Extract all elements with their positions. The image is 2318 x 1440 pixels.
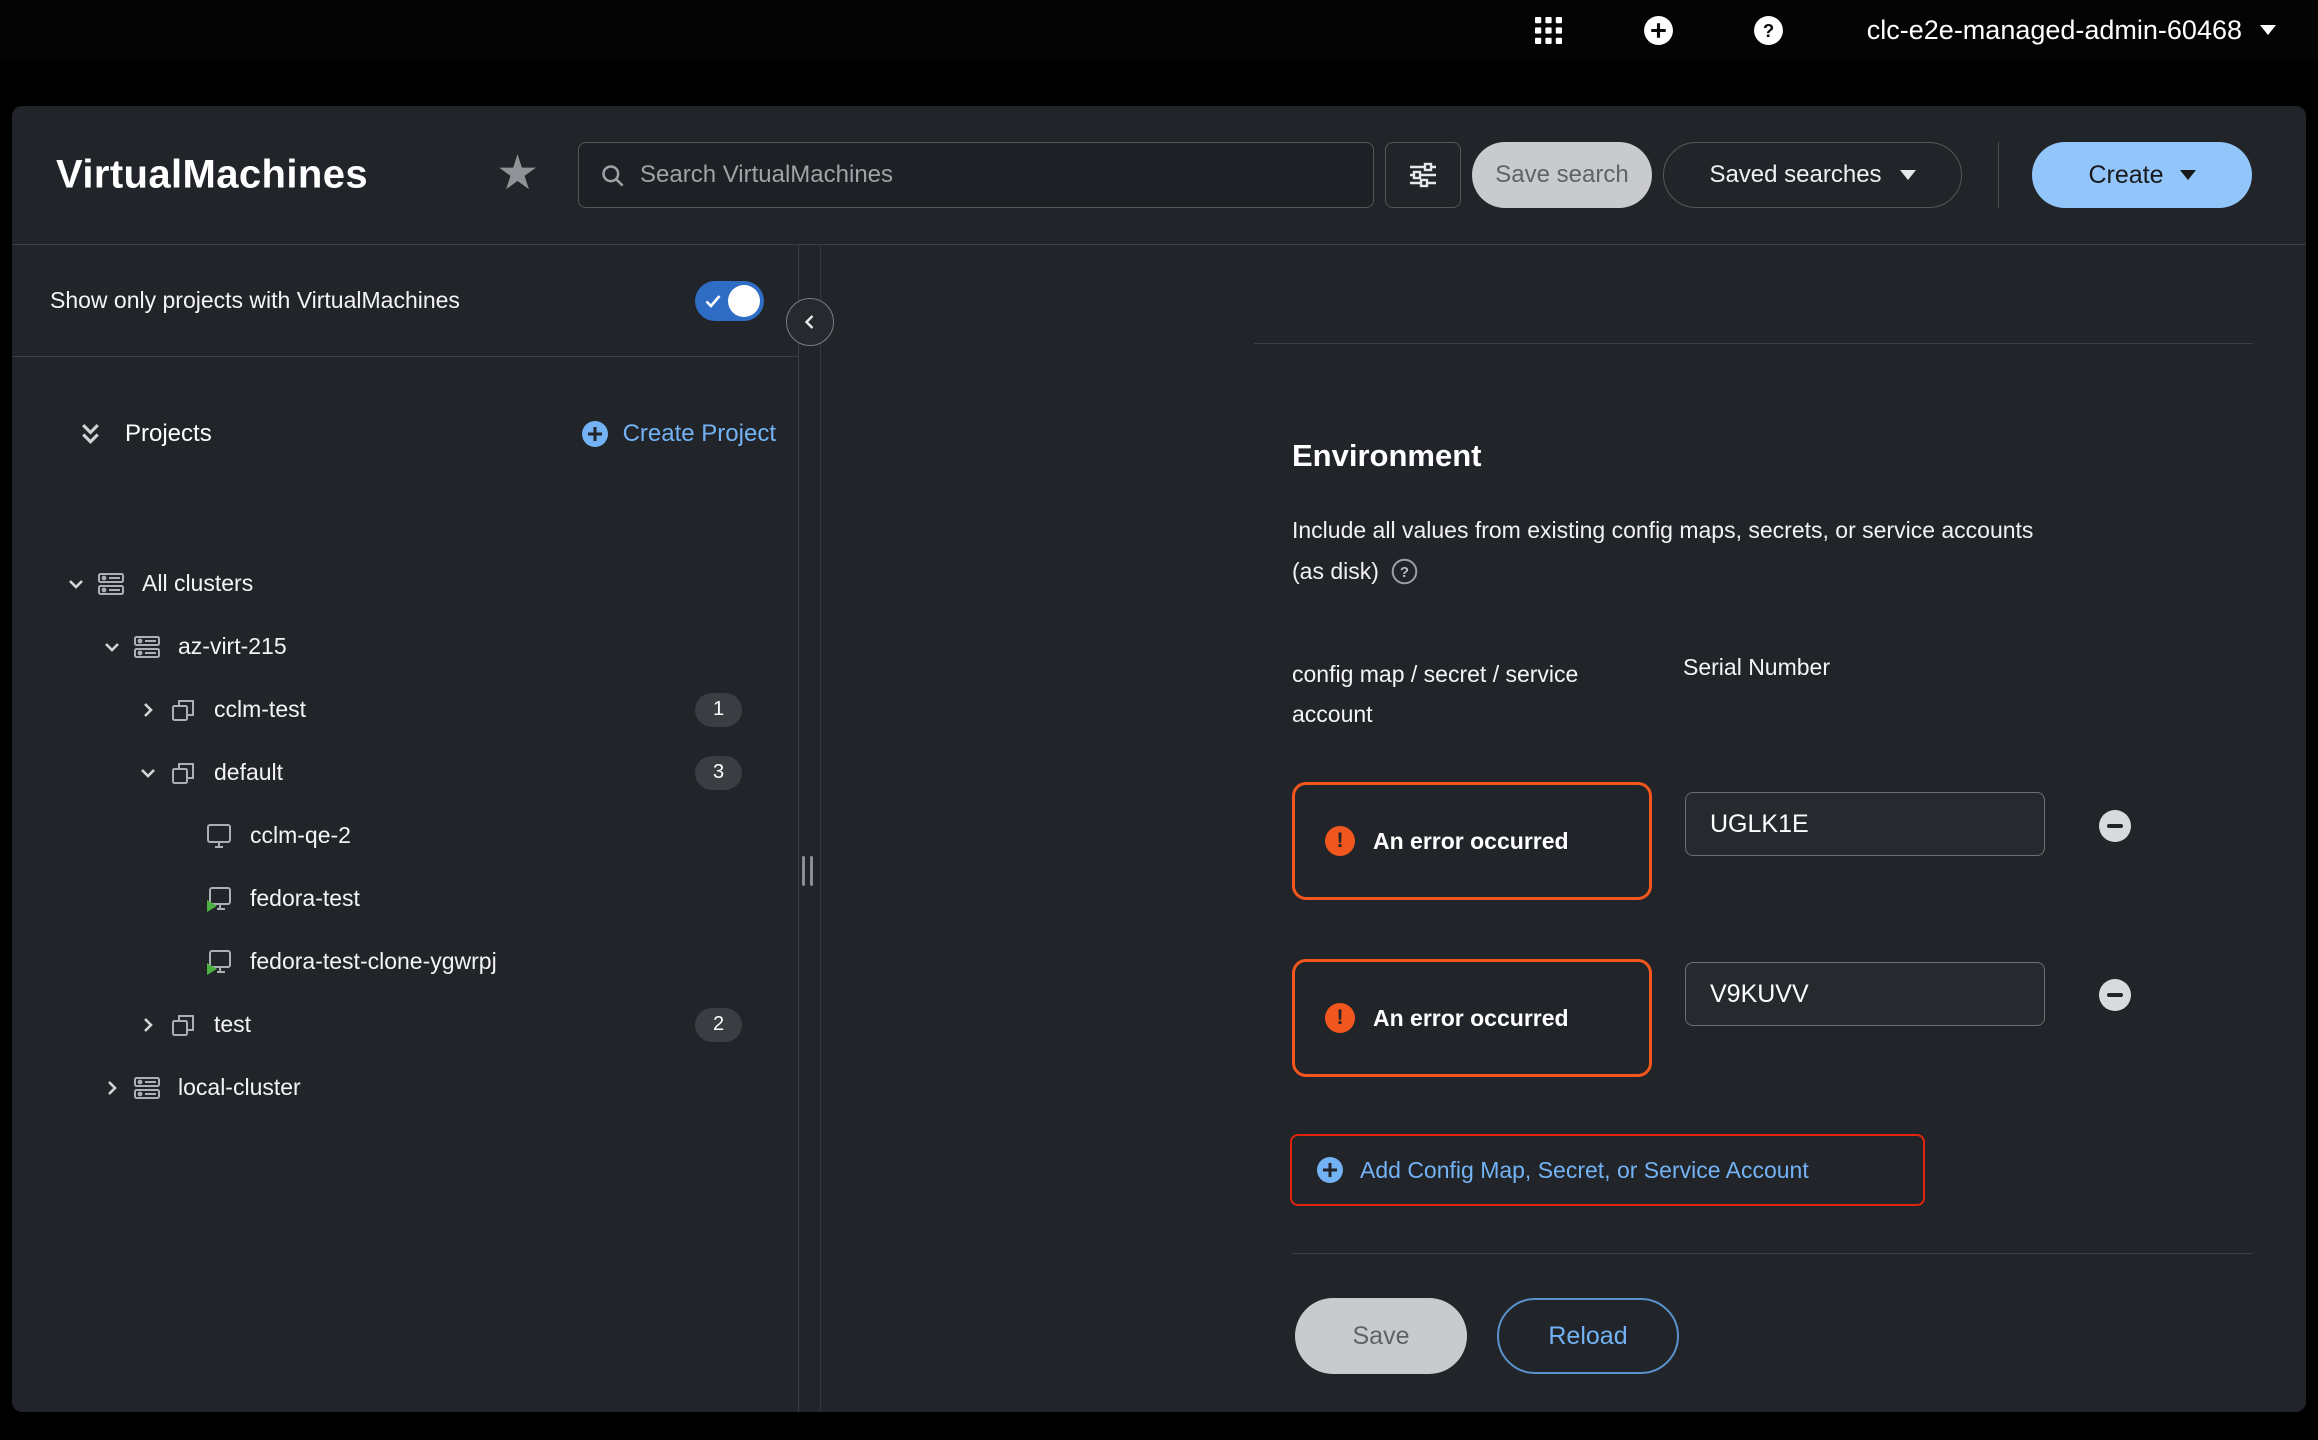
app-launcher-icon[interactable] — [1533, 14, 1565, 46]
sliders-icon — [1408, 161, 1438, 189]
config-map-column-label: config map / secret / service account — [1292, 654, 1602, 734]
svg-text:?: ? — [1763, 20, 1774, 41]
add-icon[interactable] — [1643, 14, 1675, 46]
tree-item-label: test — [214, 1011, 251, 1038]
chevron-right-icon[interactable] — [94, 1077, 130, 1099]
filter-toggle-label: Show only projects with VirtualMachines — [50, 287, 695, 314]
save-search-button[interactable]: Save search — [1472, 142, 1652, 208]
saved-searches-dropdown[interactable]: Saved searches — [1663, 142, 1962, 208]
toggle-knob — [728, 285, 760, 317]
tree-item-label: cclm-qe-2 — [250, 822, 351, 849]
projects-header: Projects Create Project — [12, 406, 798, 462]
saved-searches-label: Saved searches — [1709, 161, 1881, 189]
vm-running-icon — [202, 884, 236, 914]
plus-circle-icon — [1316, 1156, 1344, 1184]
add-config-map-button[interactable]: Add Config Map, Secret, or Service Accou… — [1290, 1134, 1925, 1206]
chevron-down-icon — [2260, 25, 2276, 35]
remove-row-icon[interactable] — [2099, 810, 2131, 842]
virtualmachines-panel: VirtualMachines ★ Save search Saved sear… — [12, 106, 2306, 1412]
vm-count-badge: 2 — [695, 1008, 742, 1042]
tree-item-label: az-virt-215 — [178, 633, 287, 660]
environment-heading: Environment — [1292, 438, 1481, 474]
favorite-star-icon[interactable]: ★ — [496, 150, 539, 198]
vm-running-icon — [202, 947, 236, 977]
cluster-icon — [94, 569, 128, 599]
remove-row-icon[interactable] — [2099, 979, 2131, 1011]
tree-item-all-clusters[interactable]: All clusters — [12, 552, 798, 615]
vm-icon — [202, 821, 236, 851]
show-only-projects-toggle[interactable] — [695, 281, 764, 321]
project-icon — [166, 696, 200, 724]
projects-heading: Projects — [125, 420, 212, 448]
serial-number-input[interactable] — [1685, 962, 2045, 1026]
page-header: VirtualMachines ★ Save search Saved sear… — [12, 106, 2306, 245]
tree-item-label: fedora-test — [250, 885, 360, 912]
create-project-button[interactable]: Create Project — [581, 420, 776, 448]
exclamation-circle-icon: ! — [1325, 1003, 1355, 1033]
serial-number-input[interactable] — [1685, 792, 2045, 856]
tree-item-fedora-test-clone-ygwrpj[interactable]: fedora-test-clone-ygwrpj — [12, 930, 798, 993]
create-button[interactable]: Create — [2032, 142, 2252, 208]
tree-item-label: default — [214, 759, 283, 786]
create-project-label: Create Project — [623, 420, 776, 448]
collapse-all-icon[interactable] — [78, 421, 103, 448]
sidebar-divider — [798, 245, 799, 1412]
chevron-down-icon — [1900, 170, 1916, 180]
chevron-down-icon[interactable] — [130, 762, 166, 784]
environment-description: Include all values from existing config … — [1292, 510, 2222, 592]
create-label: Create — [2088, 161, 2163, 190]
search-box — [578, 142, 1374, 208]
panel-resize-handle[interactable] — [802, 856, 813, 886]
search-input[interactable] — [640, 161, 1353, 189]
tree-item-label: local-cluster — [178, 1074, 301, 1101]
serial-number-column-label: Serial Number — [1683, 654, 1830, 681]
tree-item-label: All clusters — [142, 570, 253, 597]
chevron-down-icon — [2180, 170, 2196, 180]
tree-item-fedora-test[interactable]: fedora-test — [12, 867, 798, 930]
filter-button[interactable] — [1385, 142, 1461, 208]
chevron-right-icon[interactable] — [130, 699, 166, 721]
content-left-divider — [820, 245, 821, 1412]
user-menu[interactable]: clc-e2e-managed-admin-60468 — [1867, 15, 2276, 46]
tree-item-cclm-test[interactable]: cclm-test 1 — [12, 678, 798, 741]
tree-item-label: fedora-test-clone-ygwrpj — [250, 948, 497, 975]
form-bottom-divider — [1292, 1253, 2253, 1254]
cluster-icon — [130, 1073, 164, 1103]
cluster-icon — [130, 632, 164, 662]
reload-button[interactable]: Reload — [1497, 1298, 1679, 1374]
tree-item-cclm-qe-2[interactable]: cclm-qe-2 — [12, 804, 798, 867]
header-divider — [1998, 142, 1999, 208]
masthead: ? clc-e2e-managed-admin-60468 — [0, 0, 2318, 60]
check-icon — [705, 294, 721, 308]
chevron-right-icon[interactable] — [130, 1014, 166, 1036]
chevron-down-icon[interactable] — [94, 636, 130, 658]
vm-count-badge: 1 — [695, 693, 742, 727]
username: clc-e2e-managed-admin-60468 — [1867, 15, 2242, 46]
project-icon — [166, 759, 200, 787]
chevron-down-icon[interactable] — [58, 573, 94, 595]
tree-item-label: cclm-test — [214, 696, 306, 723]
page-title: VirtualMachines — [56, 153, 368, 198]
projects-tree: All clusters az-virt-215 cclm-test 1 def… — [12, 552, 798, 1119]
sidebar-collapse-button[interactable] — [786, 298, 834, 346]
tree-item-az-virt-215[interactable]: az-virt-215 — [12, 615, 798, 678]
projects-filter-row: Show only projects with VirtualMachines — [12, 245, 798, 357]
save-button[interactable]: Save — [1295, 1298, 1467, 1374]
config-map-select-error[interactable]: ! An error occurred — [1292, 959, 1652, 1077]
search-icon — [599, 162, 626, 189]
project-icon — [166, 1011, 200, 1039]
form-top-divider — [1254, 343, 2253, 344]
svg-text:?: ? — [1400, 564, 1409, 581]
tree-item-default[interactable]: default 3 — [12, 741, 798, 804]
exclamation-circle-icon: ! — [1325, 826, 1355, 856]
help-icon[interactable]: ? — [1753, 14, 1785, 46]
plus-circle-icon — [581, 420, 609, 448]
tree-item-test[interactable]: test 2 — [12, 993, 798, 1056]
help-icon[interactable]: ? — [1391, 558, 1418, 585]
vm-count-badge: 3 — [695, 756, 742, 790]
tree-item-local-cluster[interactable]: local-cluster — [12, 1056, 798, 1119]
config-map-select-error[interactable]: ! An error occurred — [1292, 782, 1652, 900]
